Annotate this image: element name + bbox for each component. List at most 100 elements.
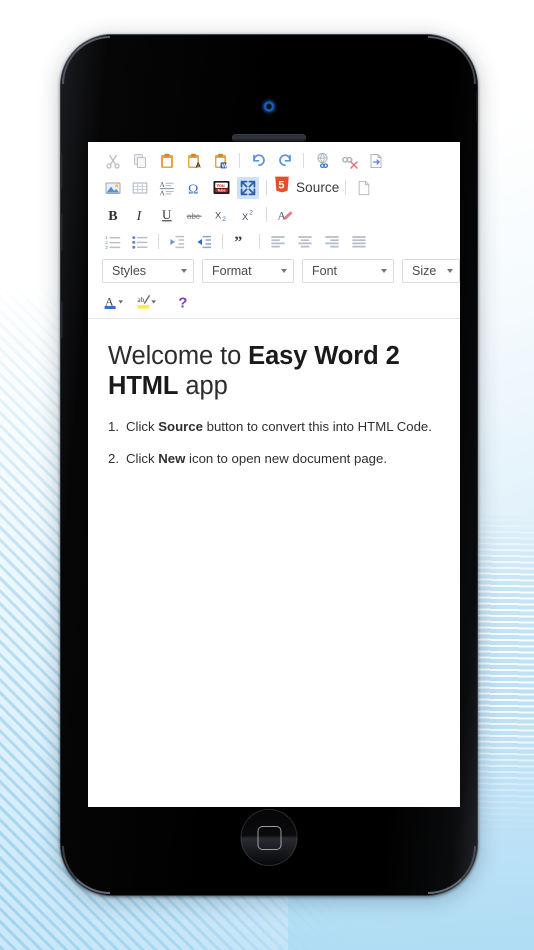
power-button[interactable] <box>476 92 478 122</box>
link-icon[interactable] <box>311 150 333 172</box>
doc-title-prefix: Welcome to <box>108 342 249 370</box>
svg-text:”: ” <box>234 234 242 250</box>
list-item-prefix: Click <box>126 451 159 467</box>
svg-text:?: ? <box>178 294 187 311</box>
list-item-bold: Source <box>158 419 203 435</box>
doc-title-suffix: app <box>178 372 228 401</box>
chevron-down-icon <box>447 269 453 273</box>
text-color-icon[interactable]: A <box>102 291 126 313</box>
svg-text:X: X <box>242 211 249 222</box>
size-dropdown-label: Size <box>412 264 437 278</box>
justify-icon[interactable] <box>348 231 370 253</box>
table-icon[interactable] <box>129 177 151 199</box>
copy-icon[interactable] <box>129 150 151 172</box>
bold-icon[interactable]: B <box>102 204 124 226</box>
volume-down-button[interactable] <box>60 302 63 338</box>
source-button-label: Source <box>296 180 340 195</box>
svg-text:A: A <box>196 160 202 169</box>
font-dropdown-label: Font <box>312 264 338 278</box>
svg-text:I: I <box>136 209 143 223</box>
svg-text:2: 2 <box>222 216 226 223</box>
svg-text:2: 2 <box>249 209 253 216</box>
subscript-icon[interactable]: X 2 <box>210 204 232 226</box>
list-item: 1. Click Source button to convert this i… <box>108 417 438 436</box>
format-dropdown-label: Format <box>212 264 252 278</box>
paste-as-plain-text-icon[interactable]: A <box>183 150 205 172</box>
undo-icon[interactable] <box>247 150 269 172</box>
toolbar-row-paragraph: 1 2 3 ” <box>88 228 460 255</box>
page-break-icon[interactable] <box>365 150 387 172</box>
toolbar-separator <box>259 234 260 249</box>
italic-icon[interactable]: I <box>129 204 151 226</box>
chevron-down-icon <box>281 269 287 273</box>
toolbar-row-insert: A A Ω You Tube 5 Source <box>88 174 460 201</box>
chevron-down-icon <box>381 269 387 273</box>
list-item-suffix: icon to open new document page. <box>185 451 387 467</box>
svg-text:ab: ab <box>137 295 144 304</box>
toolbar-separator <box>266 180 267 195</box>
svg-text:Tube: Tube <box>217 189 225 193</box>
svg-text:A: A <box>277 209 286 222</box>
toolbar-separator <box>239 153 240 168</box>
svg-text:A: A <box>160 188 166 195</box>
align-right-icon[interactable] <box>321 231 343 253</box>
toolbar-row-dropdowns: Styles Format Font Size <box>88 255 460 286</box>
help-icon[interactable]: ? <box>172 291 194 313</box>
list-item: 2. Click New icon to open new document p… <box>108 449 438 468</box>
new-document-icon[interactable] <box>353 177 375 199</box>
list-item-number: 2. <box>108 451 119 467</box>
special-character-icon[interactable]: Ω <box>183 177 205 199</box>
home-button[interactable] <box>240 809 298 866</box>
underline-icon[interactable]: U <box>156 204 178 226</box>
phone-screen: A W A A Ω You Tube 5 Source B I U abc X … <box>88 142 460 807</box>
list-item-text: Click Source button to convert this into… <box>126 417 432 436</box>
font-dropdown[interactable]: Font <box>302 259 394 283</box>
background-color-icon[interactable]: ab <box>135 291 159 313</box>
svg-text:Ω: Ω <box>188 182 198 196</box>
svg-text:W: W <box>222 163 228 169</box>
image-icon[interactable] <box>102 177 124 199</box>
blockquote-icon[interactable]: ” <box>230 231 252 253</box>
unlink-icon[interactable] <box>338 150 360 172</box>
size-dropdown[interactable]: Size <box>402 259 460 283</box>
cut-icon[interactable] <box>102 150 124 172</box>
toolbar-separator <box>266 207 267 222</box>
toolbar-separator <box>303 153 304 168</box>
maximize-icon[interactable] <box>237 176 259 199</box>
svg-text:U: U <box>162 207 172 222</box>
svg-text:You: You <box>216 183 225 188</box>
paste-icon[interactable] <box>156 150 178 172</box>
toolbar-row-clipboard: A W <box>88 147 460 174</box>
document-editing-area[interactable]: Welcome to Easy Word 2 HTML app 1. Click… <box>88 319 460 807</box>
list-item-prefix: Click <box>126 419 159 435</box>
volume-up-button[interactable] <box>60 214 63 250</box>
source-button[interactable]: 5 Source <box>274 176 339 199</box>
styles-dropdown[interactable]: Styles <box>102 259 194 283</box>
numbered-list-icon[interactable]: 1 2 3 <box>102 231 124 253</box>
earpiece-speaker <box>232 134 306 142</box>
toolbar-separator <box>158 234 159 249</box>
remove-format-icon[interactable]: A <box>274 204 296 226</box>
html5-icon: 5 <box>274 176 290 199</box>
svg-text:3: 3 <box>105 244 108 249</box>
strikethrough-icon[interactable]: abc <box>183 204 205 226</box>
list-item-text: Click New icon to open new document page… <box>126 449 387 468</box>
redo-icon[interactable] <box>274 150 296 172</box>
bulleted-list-icon[interactable] <box>129 231 151 253</box>
paste-from-word-icon[interactable]: W <box>210 150 232 172</box>
home-square-icon <box>257 825 281 850</box>
horizontal-line-icon[interactable]: A A <box>156 177 178 199</box>
align-left-icon[interactable] <box>267 231 289 253</box>
silent-switch-button[interactable] <box>60 154 63 188</box>
indent-icon[interactable] <box>193 231 215 253</box>
superscript-icon[interactable]: X 2 <box>237 204 259 226</box>
youtube-icon[interactable]: You Tube <box>210 177 232 199</box>
align-center-icon[interactable] <box>294 231 316 253</box>
outdent-icon[interactable] <box>166 231 188 253</box>
format-dropdown[interactable]: Format <box>202 259 294 283</box>
styles-dropdown-label: Styles <box>112 264 147 278</box>
list-item-suffix: button to convert this into HTML Code. <box>202 419 432 435</box>
list-item-number: 1. <box>108 419 119 435</box>
front-camera-icon <box>262 100 276 113</box>
phone-device-frame: A W A A Ω You Tube 5 Source B I U abc X … <box>60 34 478 896</box>
